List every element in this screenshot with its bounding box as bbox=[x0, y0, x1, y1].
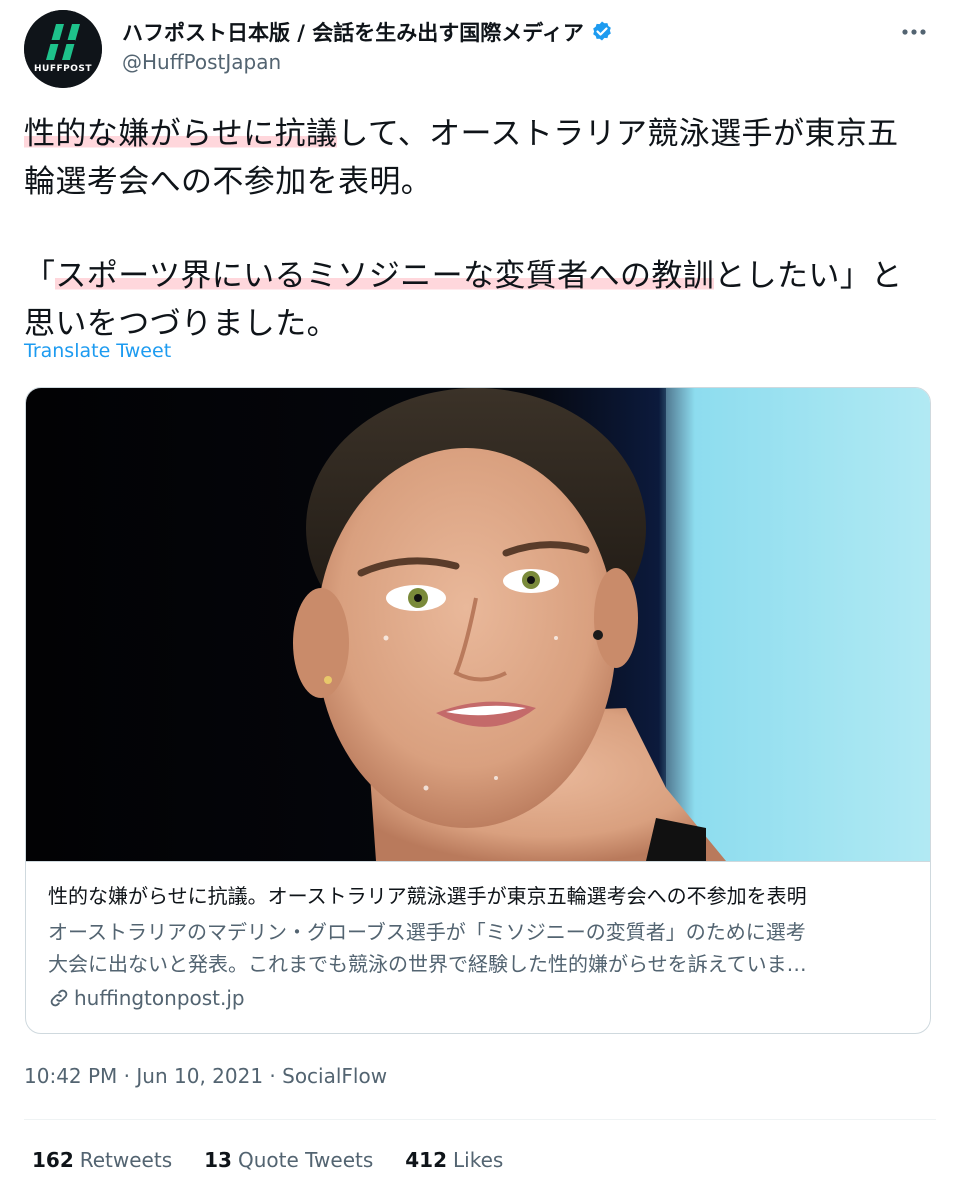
avatar-brand-text: HUFFPOST bbox=[33, 64, 92, 74]
tweet-paragraph-1: 性的な嫌がらせに抗議して、オーストラリア競泳選手が東京五輪選考会への不参加を表明… bbox=[24, 110, 924, 206]
link-icon bbox=[50, 989, 68, 1007]
card-domain: huffingtonpost.jp bbox=[48, 986, 245, 1010]
author-handle[interactable]: @HuffPostJapan bbox=[122, 50, 281, 74]
tweet-timestamp[interactable]: 10:42 PM · Jun 10, 2021 · SocialFlow bbox=[24, 1064, 387, 1088]
tweet-text: 性的な嫌がらせに抗議して、オーストラリア競泳選手が東京五輪選考会への不参加を表明… bbox=[24, 110, 924, 348]
card-image[interactable] bbox=[26, 388, 930, 861]
card-description-line: 大会に出ないと発表。これまでも競泳の世界で経験した性的嫌がらせを訴えていま… bbox=[48, 952, 807, 976]
card-domain-text: huffingtonpost.jp bbox=[74, 986, 245, 1010]
card-body[interactable]: 性的な嫌がらせに抗議。オーストラリア競泳選手が東京五輪選考会への不参加を表明 オ… bbox=[26, 861, 930, 1033]
tweet-header: HUFFPOST ハフポスト日本版 / 会話を生み出す国際メディア @HuffP… bbox=[24, 10, 936, 90]
card-description: オーストラリアのマデリン・グローブス選手が「ミソジニーの変質者」のために選考 大… bbox=[48, 916, 908, 980]
card-description-line: オーストラリアのマデリン・グローブス選手が「ミソジニーの変質者」のために選考 bbox=[48, 920, 806, 944]
tweet-stats: 162 Retweets 13 Quote Tweets 412 Likes bbox=[32, 1148, 503, 1172]
retweets-label: Retweets bbox=[79, 1148, 173, 1172]
retweets-count: 162 bbox=[32, 1148, 74, 1172]
avatar[interactable]: HUFFPOST bbox=[24, 10, 102, 88]
translate-tweet-link[interactable]: Translate Tweet bbox=[24, 340, 171, 362]
quote-tweets-stat[interactable]: 13 Quote Tweets bbox=[204, 1148, 373, 1172]
likes-label: Likes bbox=[453, 1148, 504, 1172]
link-preview-card[interactable]: 性的な嫌がらせに抗議。オーストラリア競泳選手が東京五輪選考会への不参加を表明 オ… bbox=[25, 387, 931, 1034]
author-display-name[interactable]: ハフポスト日本版 / 会話を生み出す国際メディア bbox=[122, 17, 584, 47]
verified-badge-icon bbox=[593, 21, 611, 41]
likes-count: 412 bbox=[405, 1148, 448, 1172]
divider bbox=[24, 1119, 936, 1120]
author-name-row: ハフポスト日本版 / 会話を生み出す国際メディア bbox=[122, 16, 614, 48]
highlighted-text: スポーツ界にいるミソジニーな変質者への教訓 bbox=[55, 258, 715, 294]
quote-tweets-label: Quote Tweets bbox=[237, 1148, 374, 1172]
card-title: 性的な嫌がらせに抗議。オーストラリア競泳選手が東京五輪選考会への不参加を表明 bbox=[48, 884, 807, 908]
highlighted-text: 性的な嫌がらせに抗議 bbox=[24, 116, 338, 152]
likes-stat[interactable]: 412 Likes bbox=[405, 1148, 503, 1172]
retweets-stat[interactable]: 162 Retweets bbox=[32, 1148, 172, 1172]
tweet-text-segment: 「 bbox=[24, 258, 56, 294]
quote-tweets-count: 13 bbox=[204, 1148, 232, 1172]
huffpost-logo-icon bbox=[24, 10, 102, 88]
tweet-paragraph-2: 「スポーツ界にいるミソジニーな変質者への教訓としたい」と思いをつづりました。 bbox=[24, 252, 924, 348]
more-options-icon[interactable] bbox=[900, 24, 928, 40]
